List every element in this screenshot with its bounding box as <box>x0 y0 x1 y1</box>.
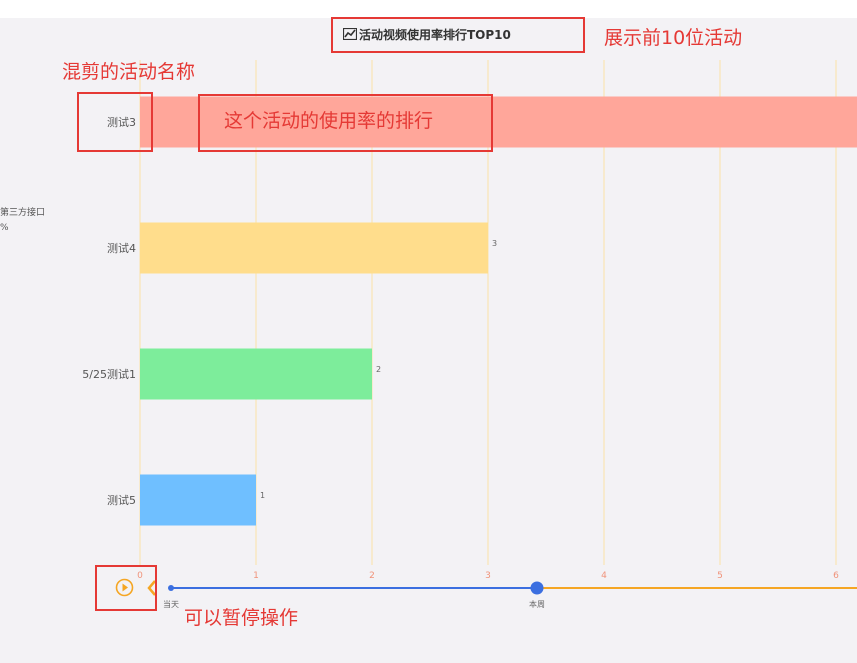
category-label: 测试4 <box>107 242 136 255</box>
x-tick-label: 5 <box>717 571 723 581</box>
annotation-pausable: 可以暂停操作 <box>184 607 299 629</box>
side-note-api: 第三方接口 <box>0 208 46 218</box>
bar <box>140 222 488 274</box>
bar <box>140 348 372 400</box>
x-tick-label: 3 <box>485 571 491 581</box>
timeline-label: 本周 <box>529 599 545 609</box>
data-label: 3 <box>492 239 497 248</box>
data-label: 2 <box>376 365 381 374</box>
annotation-usage-rank: 这个活动的使用率的排行 <box>224 110 434 132</box>
timeline-label: 当天 <box>163 599 179 609</box>
x-tick-label: 1 <box>253 571 259 581</box>
x-tick-label: 4 <box>601 571 607 581</box>
timeline-handle[interactable] <box>530 581 544 595</box>
annotation-box-title <box>331 17 585 53</box>
annotation-box-name <box>77 92 153 152</box>
x-tick-label: 2 <box>369 571 375 581</box>
x-tick-label: 6 <box>833 571 839 581</box>
annotation-show-top10: 展示前10位活动 <box>604 27 743 49</box>
data-label: 1 <box>260 491 265 500</box>
category-label: 测试5 <box>107 494 136 507</box>
annotation-mixed-name: 混剪的活动名称 <box>62 61 196 83</box>
category-label: 5/25测试1 <box>82 368 136 381</box>
annotation-box-play <box>95 565 157 611</box>
timeline-point <box>168 585 174 591</box>
bar <box>140 474 256 526</box>
side-note-percent: % <box>0 223 9 233</box>
